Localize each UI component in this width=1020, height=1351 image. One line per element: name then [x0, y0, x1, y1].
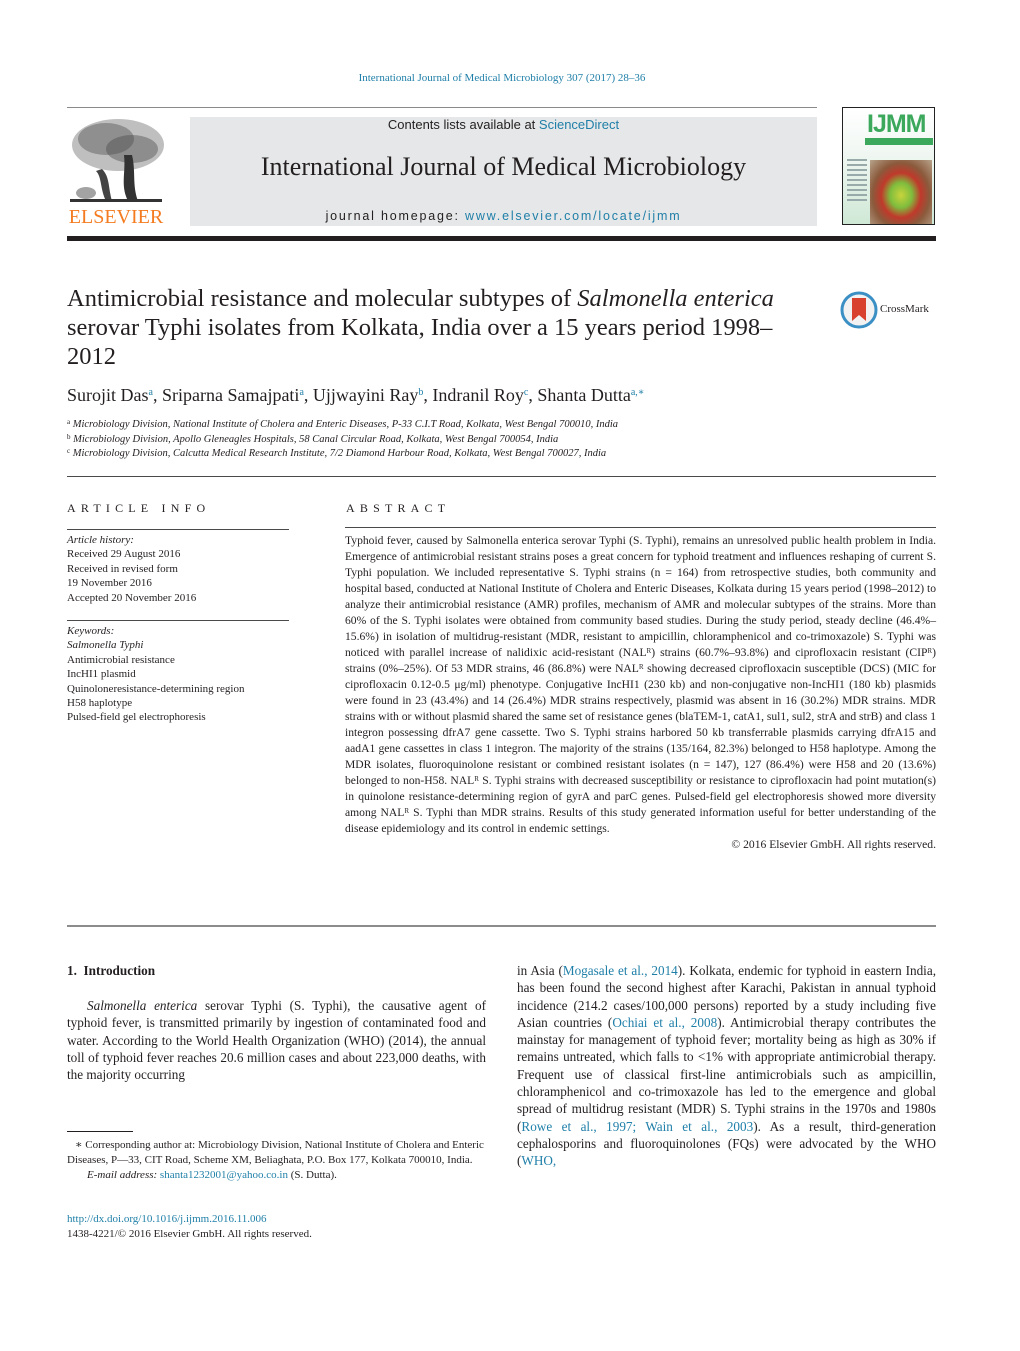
intro-italic: Salmonella enterica — [87, 998, 198, 1013]
article-info-rule — [67, 529, 289, 530]
issn-copyright: 1438-4221/© 2016 Elsevier GmbH. All righ… — [67, 1228, 312, 1240]
author-name[interactable]: Sriparna Samajpati — [162, 385, 299, 405]
history-item: Accepted 20 November 2016 — [67, 591, 197, 604]
abstract-heading: ABSTRACT — [346, 501, 451, 515]
homepage-link[interactable]: www.elsevier.com/locate/ijmm — [465, 209, 681, 223]
affil-sup: b — [67, 433, 71, 441]
author-name[interactable]: Surojit Das — [67, 385, 149, 405]
cover-title: IJMM — [867, 110, 926, 138]
journal-title[interactable]: International Journal of Medical Microbi… — [190, 152, 817, 182]
affil-sup: c — [67, 447, 71, 455]
contents-prefix: Contents lists available at — [387, 117, 539, 132]
crossmark-icon — [840, 291, 878, 329]
intro-paragraph-right: in Asia (Mogasale et al., 2014). Kolkata… — [517, 962, 936, 1170]
title-italic: Salmonella enterica — [577, 285, 774, 312]
elsevier-wordmark: ELSEVIER — [68, 206, 164, 228]
intro-paragraph-left: Salmonella enterica serovar Typhi (S. Ty… — [67, 997, 486, 1083]
keywords-rule — [67, 620, 289, 621]
article-history: Article history: Received 29 August 2016… — [67, 533, 292, 605]
elsevier-logo[interactable]: ELSEVIER — [66, 115, 166, 229]
affiliation-b: b Microbiology Division, Apollo Gleneagl… — [67, 433, 558, 445]
article-title: Antimicrobial resistance and molecular s… — [67, 284, 807, 371]
contents-line: Contents lists available at ScienceDirec… — [190, 117, 817, 132]
doi-block: http://dx.doi.org/10.1016/j.ijmm.2016.11… — [67, 1212, 312, 1242]
cover-image — [870, 160, 932, 224]
top-rule — [67, 107, 817, 108]
journal-citation-link[interactable]: International Journal of Medical Microbi… — [0, 72, 1004, 84]
citation-link[interactable]: Rowe et al., 1997; Wain et al., 2003 — [521, 1119, 753, 1134]
article-info-heading: ARTICLE INFO — [67, 501, 211, 515]
affil-sup: a — [67, 418, 71, 426]
intro-text: in Asia ( — [517, 963, 563, 978]
keyword: H58 haplotype — [67, 697, 133, 710]
section-number: 1. — [67, 963, 77, 978]
keyword: Pulsed-field gel electrophoresis — [67, 711, 206, 724]
affil-text: Microbiology Division, Calcutta Medical … — [72, 448, 607, 459]
keyword: Antimicrobial resistance — [67, 653, 175, 666]
author-affiliation-sup[interactable]: b — [418, 387, 423, 398]
affil-text: Microbiology Division, National Institut… — [72, 419, 619, 430]
crossmark-button[interactable]: CrossMark — [840, 291, 940, 329]
author-name[interactable]: Shanta Dutta — [537, 385, 630, 405]
citation-link[interactable]: WHO, — [521, 1153, 556, 1168]
keyword: IncHI1 plasmid — [67, 668, 136, 681]
author-list: Surojit Dasa, Sriparna Samajpatia, Ujjwa… — [67, 385, 645, 405]
abstract-body: Typhoid fever, caused by Salmonella ente… — [345, 533, 936, 853]
author-affiliation-sup[interactable]: a,∗ — [631, 387, 645, 398]
email-link[interactable]: shanta1232001@yahoo.co.in — [160, 1169, 288, 1181]
affiliation-a: a Microbiology Division, National Instit… — [67, 418, 618, 430]
affiliation-c: c Microbiology Division, Calcutta Medica… — [67, 447, 606, 459]
citation-link[interactable]: Ochiai et al., 2008 — [612, 1015, 717, 1030]
corresponding-author-note: ∗ Corresponding author at: Microbiology … — [67, 1139, 484, 1166]
cover-band — [865, 138, 933, 145]
history-label: Article history: — [67, 534, 134, 546]
doi-link[interactable]: http://dx.doi.org/10.1016/j.ijmm.2016.11… — [67, 1212, 312, 1227]
title-text: Antimicrobial resistance and molecular s… — [67, 285, 578, 312]
footnote-rule — [67, 1131, 133, 1132]
keyword: Quinoloneresistance-determining region — [67, 682, 245, 695]
elsevier-tree-icon — [66, 115, 166, 207]
section-divider — [67, 476, 936, 477]
section-heading-introduction: 1. Introduction — [67, 962, 155, 979]
journal-homepage: journal homepage: www.elsevier.com/locat… — [190, 209, 817, 223]
history-item: Received 29 August 2016 — [67, 548, 181, 561]
author-affiliation-sup[interactable]: a — [149, 387, 153, 398]
cover-text-lines — [847, 156, 867, 204]
crossmark-label: CrossMark — [880, 303, 929, 315]
homepage-prefix: journal homepage: — [325, 209, 465, 223]
citation-link[interactable]: Mogasale et al., 2014 — [563, 963, 678, 978]
author-name[interactable]: Indranil Roy — [432, 385, 524, 405]
keyword: Salmonella Typhi — [67, 639, 144, 652]
email-label: E-mail address: — [87, 1169, 160, 1181]
title-text-2: serovar Typhi isolates from Kolkata, Ind… — [67, 314, 773, 370]
sciencedirect-link[interactable]: ScienceDirect — [539, 117, 619, 132]
abstract-bottom-rule — [67, 925, 936, 927]
journal-cover-thumbnail[interactable]: IJMM — [842, 107, 935, 225]
keywords: Keywords: Salmonella Typhi Antimicrobial… — [67, 624, 292, 725]
author-name[interactable]: Ujjwayini Ray — [313, 385, 419, 405]
section-title: Introduction — [83, 963, 156, 978]
footnote: ∗ Corresponding author at: Microbiology … — [67, 1138, 486, 1183]
header-thick-rule — [67, 236, 936, 241]
author-affiliation-sup[interactable]: c — [524, 387, 528, 398]
affil-text: Microbiology Division, Apollo Gleneagles… — [73, 434, 559, 445]
history-item: 19 November 2016 — [67, 577, 152, 590]
email-suffix: (S. Dutta). — [287, 1169, 337, 1181]
author-affiliation-sup[interactable]: a — [299, 387, 303, 398]
history-item: Received in revised form — [67, 562, 178, 575]
keywords-label: Keywords: — [67, 625, 115, 637]
abstract-rule — [345, 527, 936, 528]
intro-text: ). Antimicrobial therapy contributes the… — [517, 1014, 936, 1134]
abstract-copyright: © 2016 Elsevier GmbH. All rights reserve… — [731, 838, 936, 851]
email-line: E-mail address: shanta1232001@yahoo.co.i… — [67, 1168, 486, 1183]
abstract-text: Typhoid fever, caused by Salmonella ente… — [345, 534, 936, 835]
